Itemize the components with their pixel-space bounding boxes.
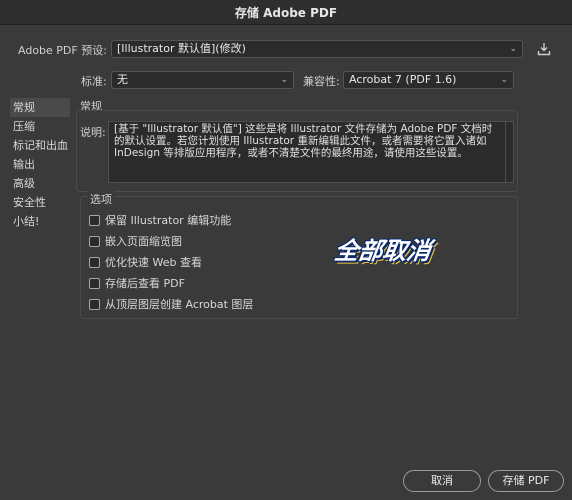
preset-dropdown[interactable]: [Illustrator 默认值](修改) ⌄ — [111, 40, 523, 58]
preset-value: [Illustrator 默认值](修改) — [117, 42, 246, 55]
option-preserve-editing[interactable]: 保留 Illustrator 编辑功能 — [89, 212, 231, 228]
sidebar-item-summary[interactable]: 小结! — [10, 212, 70, 231]
standard-value: 无 — [117, 73, 128, 86]
option-label: 存储后查看 PDF — [105, 277, 185, 290]
window-titlebar: 存储 Adobe PDF — [0, 0, 572, 25]
option-create-layers[interactable]: 从顶层图层创建 Acrobat 图层 — [89, 296, 253, 312]
chevron-down-icon: ⌄ — [500, 75, 508, 85]
sidebar-item-compression[interactable]: 压缩 — [10, 117, 70, 136]
sidebar: 常规 压缩 标记和出血 输出 高级 安全性 小结! — [10, 98, 70, 231]
cancel-button[interactable]: 取消 — [403, 470, 481, 492]
option-embed-thumbnails[interactable]: 嵌入页面缩览图 — [89, 233, 182, 249]
compatibility-dropdown[interactable]: Acrobat 7 (PDF 1.6) ⌄ — [343, 71, 514, 89]
sidebar-item-output[interactable]: 输出 — [10, 155, 70, 174]
sidebar-item-security[interactable]: 安全性 — [10, 193, 70, 212]
save-preset-button[interactable] — [535, 40, 553, 58]
sidebar-item-marks-bleeds[interactable]: 标记和出血 — [10, 136, 70, 155]
preset-label: Adobe PDF 预设: — [18, 44, 107, 57]
description-label: 说明: — [80, 126, 106, 139]
compatibility-label: 兼容性: — [303, 75, 340, 88]
option-view-after-save[interactable]: 存储后查看 PDF — [89, 275, 185, 291]
standard-label: 标准: — [81, 75, 107, 88]
window-title: 存储 Adobe PDF — [234, 5, 338, 20]
chevron-down-icon: ⌄ — [280, 75, 288, 85]
compatibility-value: Acrobat 7 (PDF 1.6) — [349, 73, 457, 86]
option-optimize-web[interactable]: 优化快速 Web 查看 — [89, 254, 202, 270]
save-pdf-button[interactable]: 存储 PDF — [488, 470, 564, 492]
overlay-caption: 全部取消 — [332, 237, 433, 265]
sidebar-item-general[interactable]: 常规 — [10, 98, 70, 117]
checkbox[interactable] — [89, 214, 100, 226]
checkbox[interactable] — [89, 277, 100, 289]
checkbox[interactable] — [89, 298, 100, 310]
download-icon — [537, 43, 551, 56]
checkbox[interactable] — [89, 235, 100, 247]
description-scrollbar[interactable] — [506, 121, 514, 183]
option-label: 嵌入页面缩览图 — [105, 235, 182, 248]
options-heading: 选项 — [88, 191, 114, 207]
sidebar-item-advanced[interactable]: 高级 — [10, 174, 70, 193]
checkbox[interactable] — [89, 256, 100, 268]
chevron-down-icon: ⌄ — [509, 44, 517, 54]
description-text: [基于 "Illustrator 默认值"] 这些是将 Illustrator … — [108, 121, 506, 183]
option-label: 优化快速 Web 查看 — [105, 256, 202, 269]
option-label: 从顶层图层创建 Acrobat 图层 — [105, 298, 254, 311]
option-label: 保留 Illustrator 编辑功能 — [105, 214, 232, 227]
standard-dropdown[interactable]: 无 ⌄ — [111, 71, 294, 89]
